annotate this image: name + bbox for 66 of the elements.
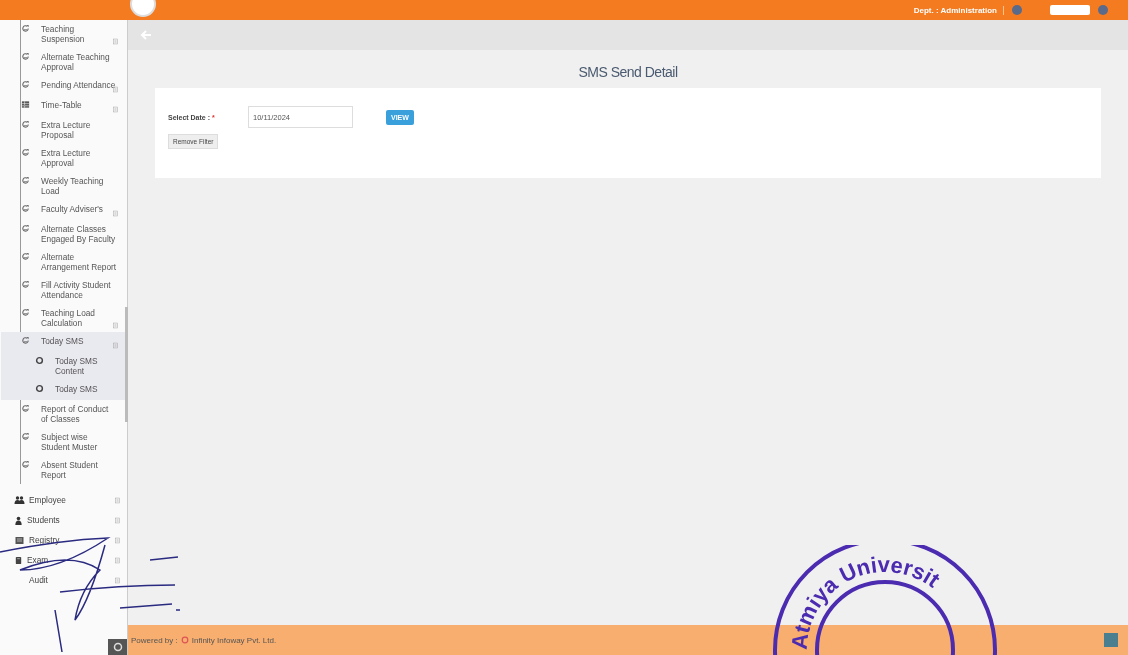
menu-item[interactable]: Alternate Arrangement Report [21, 248, 127, 276]
refresh-icon [21, 80, 30, 89]
expand-icon [112, 322, 119, 329]
page-title: SMS Send Detail [577, 64, 679, 80]
menu-item[interactable]: Exam [0, 550, 127, 570]
refresh-icon [21, 308, 30, 317]
menu-item[interactable]: Time-Table [21, 96, 127, 116]
expand-icon [114, 576, 121, 584]
back-arrow-icon[interactable] [140, 29, 152, 41]
menu-item[interactable]: Subject wise Student Muster [21, 428, 127, 456]
menu-item[interactable]: Weekly Teaching Load [21, 172, 127, 200]
refresh-icon [21, 224, 30, 233]
menu-item[interactable]: Faculty Adviser's [21, 200, 127, 220]
expand-icon [112, 342, 119, 349]
menu-item[interactable]: Report of Conduct of Classes [21, 400, 127, 428]
refresh-icon [21, 252, 30, 261]
refresh-icon [21, 120, 30, 129]
expand-icon [114, 536, 121, 544]
user-box[interactable] [1050, 5, 1090, 15]
expand-icon [112, 86, 119, 93]
expand-icon [112, 38, 119, 45]
expand-icon [114, 516, 121, 524]
refresh-icon [21, 148, 30, 157]
book-icon [14, 555, 23, 565]
expand-icon [114, 496, 121, 504]
menu-item[interactable]: Teaching Suspension [21, 20, 127, 48]
expand-icon [112, 106, 119, 113]
menu-item[interactable]: Pending Attendance [21, 76, 127, 96]
menu-item[interactable]: Extra Lecture Approval [21, 144, 127, 172]
avatar-icon[interactable] [1012, 5, 1022, 15]
menu-item[interactable]: Absent Student Report [21, 456, 127, 484]
settings-icon[interactable] [108, 639, 127, 655]
scrollbar-thumb[interactable] [125, 307, 128, 422]
submenu-item[interactable]: Today SMS Content [21, 352, 127, 380]
refresh-icon [21, 280, 30, 289]
expand-icon [114, 556, 121, 564]
department-label: Dept. : Administration [913, 5, 1004, 15]
refresh-icon [21, 460, 30, 469]
menu-item[interactable]: Students [0, 510, 127, 530]
company-link[interactable]: Infinity Infoway Pvt. Ltd. [191, 635, 277, 645]
submenu-item[interactable]: Today SMS [21, 380, 127, 400]
menu-item[interactable]: Audit [0, 570, 127, 590]
refresh-icon [21, 52, 30, 61]
menu-item[interactable]: Alternate Classes Engaged By Faculty [21, 220, 127, 248]
menu-item[interactable]: Registry [0, 530, 127, 550]
refresh-icon [21, 404, 30, 413]
chat-icon[interactable] [1104, 633, 1118, 647]
menu-item[interactable]: Fill Activity Student Attendance [21, 276, 127, 304]
powered-by-text: Powered by : [131, 635, 178, 645]
menu-item[interactable]: Alternate Teaching Approval [21, 48, 127, 76]
refresh-icon [21, 204, 30, 213]
expand-icon [112, 210, 119, 217]
circle-icon [35, 356, 44, 365]
refresh-icon [21, 336, 30, 345]
menu-item[interactable]: Today SMS [21, 332, 127, 352]
refresh-icon [21, 176, 30, 185]
building-icon [14, 535, 25, 545]
menu-item[interactable]: Employee [0, 490, 127, 510]
menu-item[interactable]: Teaching Load Calculation [21, 304, 127, 332]
menu-item[interactable]: Extra Lecture Proposal [21, 116, 127, 144]
circle-icon [35, 384, 44, 393]
refresh-icon [21, 432, 30, 441]
table-icon [21, 100, 30, 109]
user-icon [14, 515, 23, 525]
users-icon [14, 495, 25, 505]
refresh-icon [21, 24, 30, 33]
